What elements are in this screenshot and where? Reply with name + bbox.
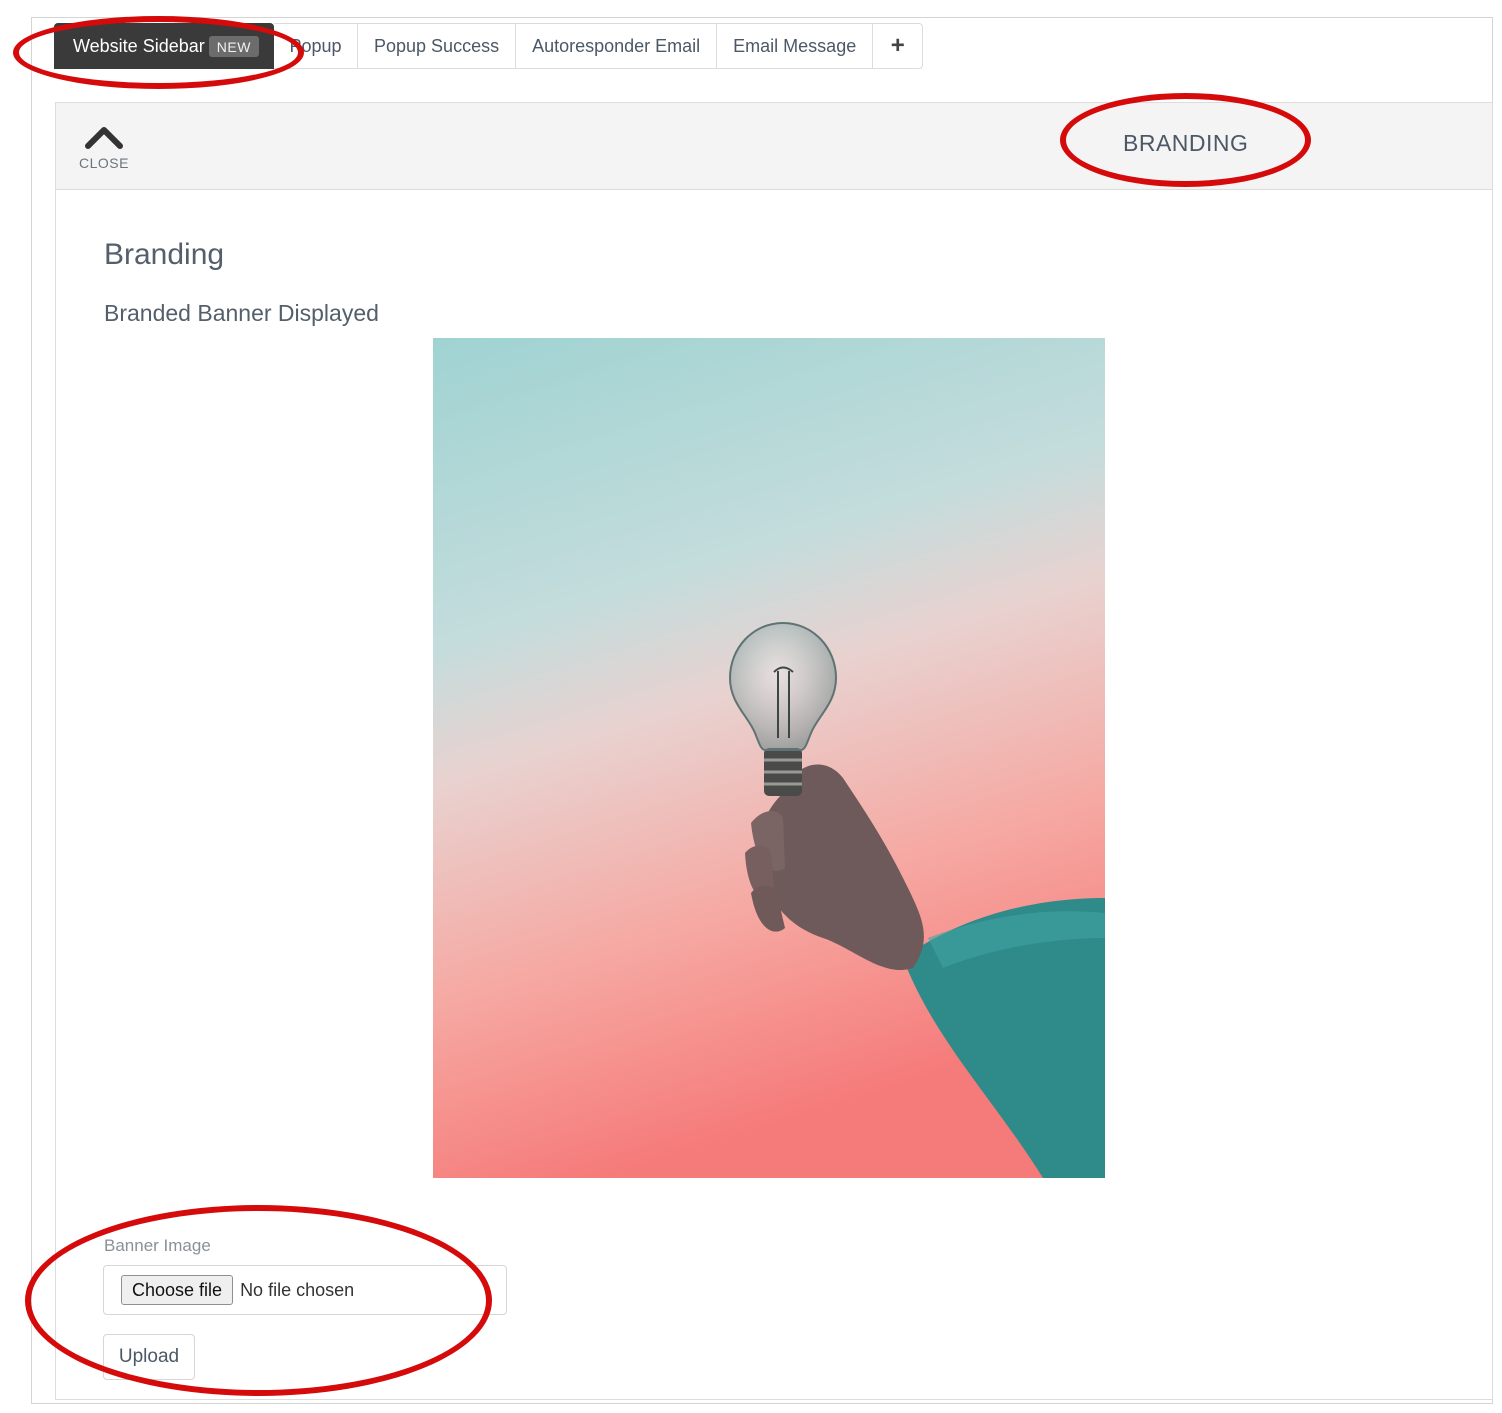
banner-image-label: Banner Image	[104, 1236, 211, 1255]
tab-label: Email Message	[733, 35, 857, 56]
add-tab-button[interactable]: +	[873, 23, 924, 69]
banner-file-input[interactable]: Choose file No file chosen	[103, 1265, 507, 1315]
choose-file-button[interactable]: Choose file	[121, 1275, 234, 1305]
branding-panel: CLOSE BRANDING Branding Branded Banner D…	[55, 102, 1493, 1400]
tab-popup[interactable]: Popup	[274, 23, 358, 69]
tab-label: Popup Success	[374, 35, 500, 56]
section-subtitle: Branded Banner Displayed	[104, 300, 379, 326]
banner-image	[433, 338, 1105, 1178]
tab-label: Popup	[289, 35, 342, 56]
panel-header: CLOSE BRANDING	[56, 103, 1492, 190]
tab-label: Website Sidebar	[73, 35, 205, 56]
plus-icon: +	[890, 32, 905, 59]
tab-bar: Website Sidebar NEW Popup Popup Success …	[54, 23, 924, 69]
tab-email-message[interactable]: Email Message	[717, 23, 874, 69]
close-button[interactable]: CLOSE	[76, 125, 132, 181]
section-title: Branding	[104, 238, 225, 271]
new-badge: NEW	[208, 35, 259, 57]
tab-label: Autoresponder Email	[532, 35, 701, 56]
tab-website-sidebar[interactable]: Website Sidebar NEW	[54, 23, 274, 69]
tab-autoresponder-email[interactable]: Autoresponder Email	[516, 23, 718, 69]
chevron-up-icon	[85, 127, 123, 149]
panel-header-title: BRANDING	[1123, 130, 1249, 156]
close-label: CLOSE	[79, 155, 129, 171]
file-status: No file chosen	[240, 1279, 355, 1300]
upload-button[interactable]: Upload	[103, 1334, 195, 1380]
tab-popup-success[interactable]: Popup Success	[358, 23, 517, 69]
